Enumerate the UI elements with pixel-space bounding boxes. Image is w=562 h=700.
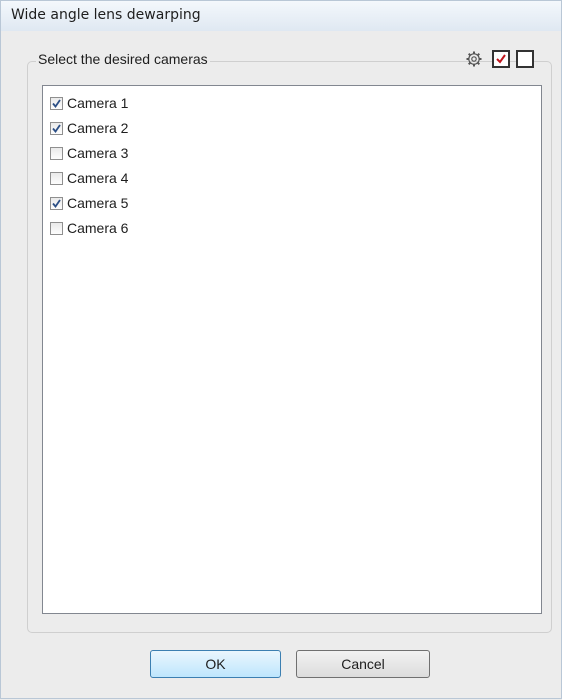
camera-6-checkbox[interactable]	[50, 221, 63, 235]
check-all-icon[interactable]	[492, 50, 510, 68]
camera-5-label: Camera 5	[67, 195, 129, 211]
camera-item-6[interactable]: Camera 6	[50, 218, 128, 238]
camera-4-checkbox[interactable]	[50, 171, 63, 185]
camera-item-3[interactable]: Camera 3	[50, 143, 128, 163]
cancel-button[interactable]: Cancel	[296, 650, 430, 678]
group-title: Select the desired cameras	[36, 51, 210, 67]
ok-button[interactable]: OK	[150, 650, 281, 678]
camera-list[interactable]: Camera 1 Camera 2 Camera 3 Camera 4 Came…	[42, 85, 542, 614]
camera-1-checkbox[interactable]	[50, 96, 63, 110]
camera-2-label: Camera 2	[67, 120, 129, 136]
camera-item-4[interactable]: Camera 4	[50, 168, 128, 188]
title-bar[interactable]: Wide angle lens dewarping	[0, 0, 562, 32]
uncheck-all-icon[interactable]	[516, 50, 534, 68]
camera-2-checkbox[interactable]	[50, 121, 63, 135]
window-title: Wide angle lens dewarping	[11, 7, 201, 23]
camera-4-label: Camera 4	[67, 170, 129, 186]
camera-item-2[interactable]: Camera 2	[50, 118, 128, 138]
camera-item-5[interactable]: Camera 5	[50, 193, 128, 213]
camera-5-checkbox[interactable]	[50, 196, 63, 210]
camera-3-label: Camera 3	[67, 145, 129, 161]
camera-1-label: Camera 1	[67, 95, 129, 111]
gear-icon[interactable]	[465, 50, 483, 68]
camera-3-checkbox[interactable]	[50, 146, 63, 160]
camera-6-label: Camera 6	[67, 220, 129, 236]
camera-item-1[interactable]: Camera 1	[50, 93, 128, 113]
